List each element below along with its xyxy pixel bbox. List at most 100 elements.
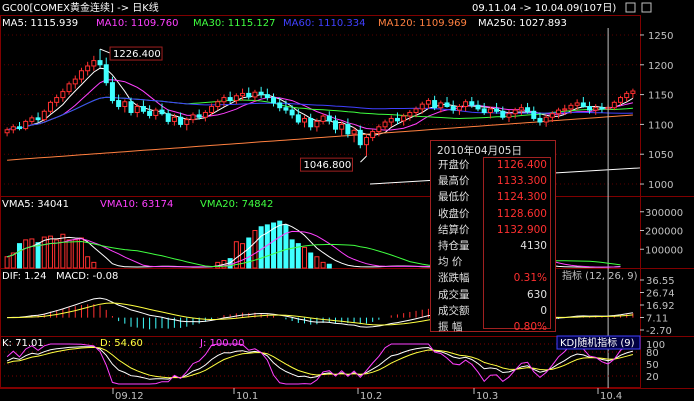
volume-bar [54, 239, 60, 269]
volume-bar [60, 233, 66, 269]
candle-body [159, 109, 165, 115]
volume-bar [289, 239, 295, 269]
candle-body [469, 101, 475, 106]
ma-legend-item: MA30: 1115.127 [193, 18, 275, 29]
candle-body [320, 115, 326, 122]
candle-body [215, 101, 221, 108]
candle-body [91, 60, 97, 67]
tooltip-row-value: 0.80% [513, 320, 547, 333]
tooltip-date: 2010年04月05日 [437, 145, 522, 157]
candle-body [221, 97, 227, 103]
candle-body [363, 137, 369, 146]
candle-body [556, 109, 562, 115]
candle-body [122, 101, 128, 108]
x-tick-label: 10.1 [236, 391, 258, 401]
candle-body [618, 97, 624, 103]
tooltip-row-value: 1126.400 [496, 159, 547, 171]
candle-body [475, 104, 481, 110]
candle-body [54, 97, 60, 103]
vol-ytick-label: 300000 [645, 208, 683, 219]
volume-bar [277, 220, 283, 269]
candle-body [574, 102, 580, 106]
candle-body [487, 108, 493, 113]
candle-body [413, 108, 419, 113]
candle-body [246, 92, 252, 98]
tooltip-row: 成交量 630 [431, 287, 555, 303]
ma-legend-item: MA10: 1109.760 [96, 18, 178, 29]
candle-body [289, 109, 295, 116]
tooltip-row-value: 630 [526, 288, 547, 301]
vol-legend-item: VMA10: 63174 [100, 199, 173, 210]
candle-body [456, 106, 462, 111]
candle-body [587, 106, 593, 111]
volume-bar [66, 239, 72, 269]
tooltip-row: 持仓量 4130 [431, 238, 555, 254]
candle-body [97, 60, 103, 66]
chart-canvas: GC00[COMEX黄金连续] -> 日K线 09.11.04 -> 10.04.… [0, 0, 694, 401]
candle-body [357, 129, 363, 146]
candle-body [190, 114, 196, 121]
candle-body [47, 101, 53, 112]
candle-body [351, 129, 357, 135]
candle-body [128, 101, 134, 113]
candle-body [35, 117, 41, 121]
candle-body [78, 70, 84, 80]
high-pointer [99, 48, 111, 54]
candle-body [171, 116, 177, 122]
candle-body [450, 106, 456, 111]
header-range: 09.11.04 -> 10.04.09(107日) [472, 3, 616, 14]
candle-body [233, 95, 239, 102]
kdj-ytick-label: 80 [646, 348, 659, 359]
candle-body [23, 120, 29, 130]
candle-body [72, 78, 78, 85]
vol-ytick-label: 100000 [645, 245, 683, 256]
macd-ytick-label: -2.70 [646, 326, 672, 337]
candle-body [370, 131, 376, 139]
ma5-line [6, 67, 634, 137]
candle-body [264, 94, 270, 99]
tooltip-row-label: 收盘价 [438, 207, 470, 220]
tooltip-row-value: 1132.900 [496, 223, 547, 236]
tooltip-row: 收盘价 1128.600 [431, 206, 555, 222]
x-tick-label: 10.3 [476, 391, 498, 401]
volume-bar [326, 263, 332, 269]
tooltip-row: 开盘价 1126.400 [431, 157, 555, 173]
volume-bar [16, 243, 22, 269]
tooltip-row-label: 振 幅 [438, 320, 463, 333]
candle-body [425, 100, 431, 105]
tooltip-row: 均 价 [431, 254, 555, 270]
volume-bar [41, 236, 47, 269]
tooltip-row-label: 开盘价 [438, 159, 470, 171]
candle-body [240, 92, 246, 97]
candle-body [525, 107, 531, 112]
volume-bar [29, 238, 35, 269]
candle-body [549, 113, 555, 118]
candle-body [184, 119, 190, 125]
candle-body [593, 107, 599, 111]
candle-body [209, 106, 215, 113]
candle-body [196, 114, 202, 118]
ma-legend-item: MA5: 1115.939 [2, 18, 78, 29]
x-tick-label: 10.4 [600, 391, 622, 401]
candle-body [394, 117, 400, 122]
candle-body [308, 117, 314, 128]
candle-body [41, 110, 47, 121]
tooltip-row: 成交额 0 [431, 303, 555, 319]
tooltip-row-label: 均 价 [438, 256, 463, 269]
macd-legend-item: DIF: 1.24 [2, 271, 46, 282]
candle-body [178, 116, 184, 125]
candle-body [140, 106, 146, 112]
candle-body [599, 107, 605, 110]
candle-body [271, 97, 277, 104]
candle-body [147, 110, 153, 116]
price-tooltip: 2010年04月05日 开盘价 1126.400 最高价 1133.300 最低价 112… [430, 140, 556, 333]
x-tick-label: 09.12 [115, 391, 144, 401]
candle-body [543, 116, 549, 123]
low-pointer [360, 155, 367, 163]
low-label: 1046.800 [303, 160, 351, 171]
price-ytick-label: 1250 [648, 31, 673, 42]
kdj-legend-item: D: 54.60 [100, 338, 143, 349]
vol-legend-item: VMA5: 34041 [2, 199, 69, 210]
volume-bar [308, 252, 314, 269]
candle-body [630, 90, 636, 94]
